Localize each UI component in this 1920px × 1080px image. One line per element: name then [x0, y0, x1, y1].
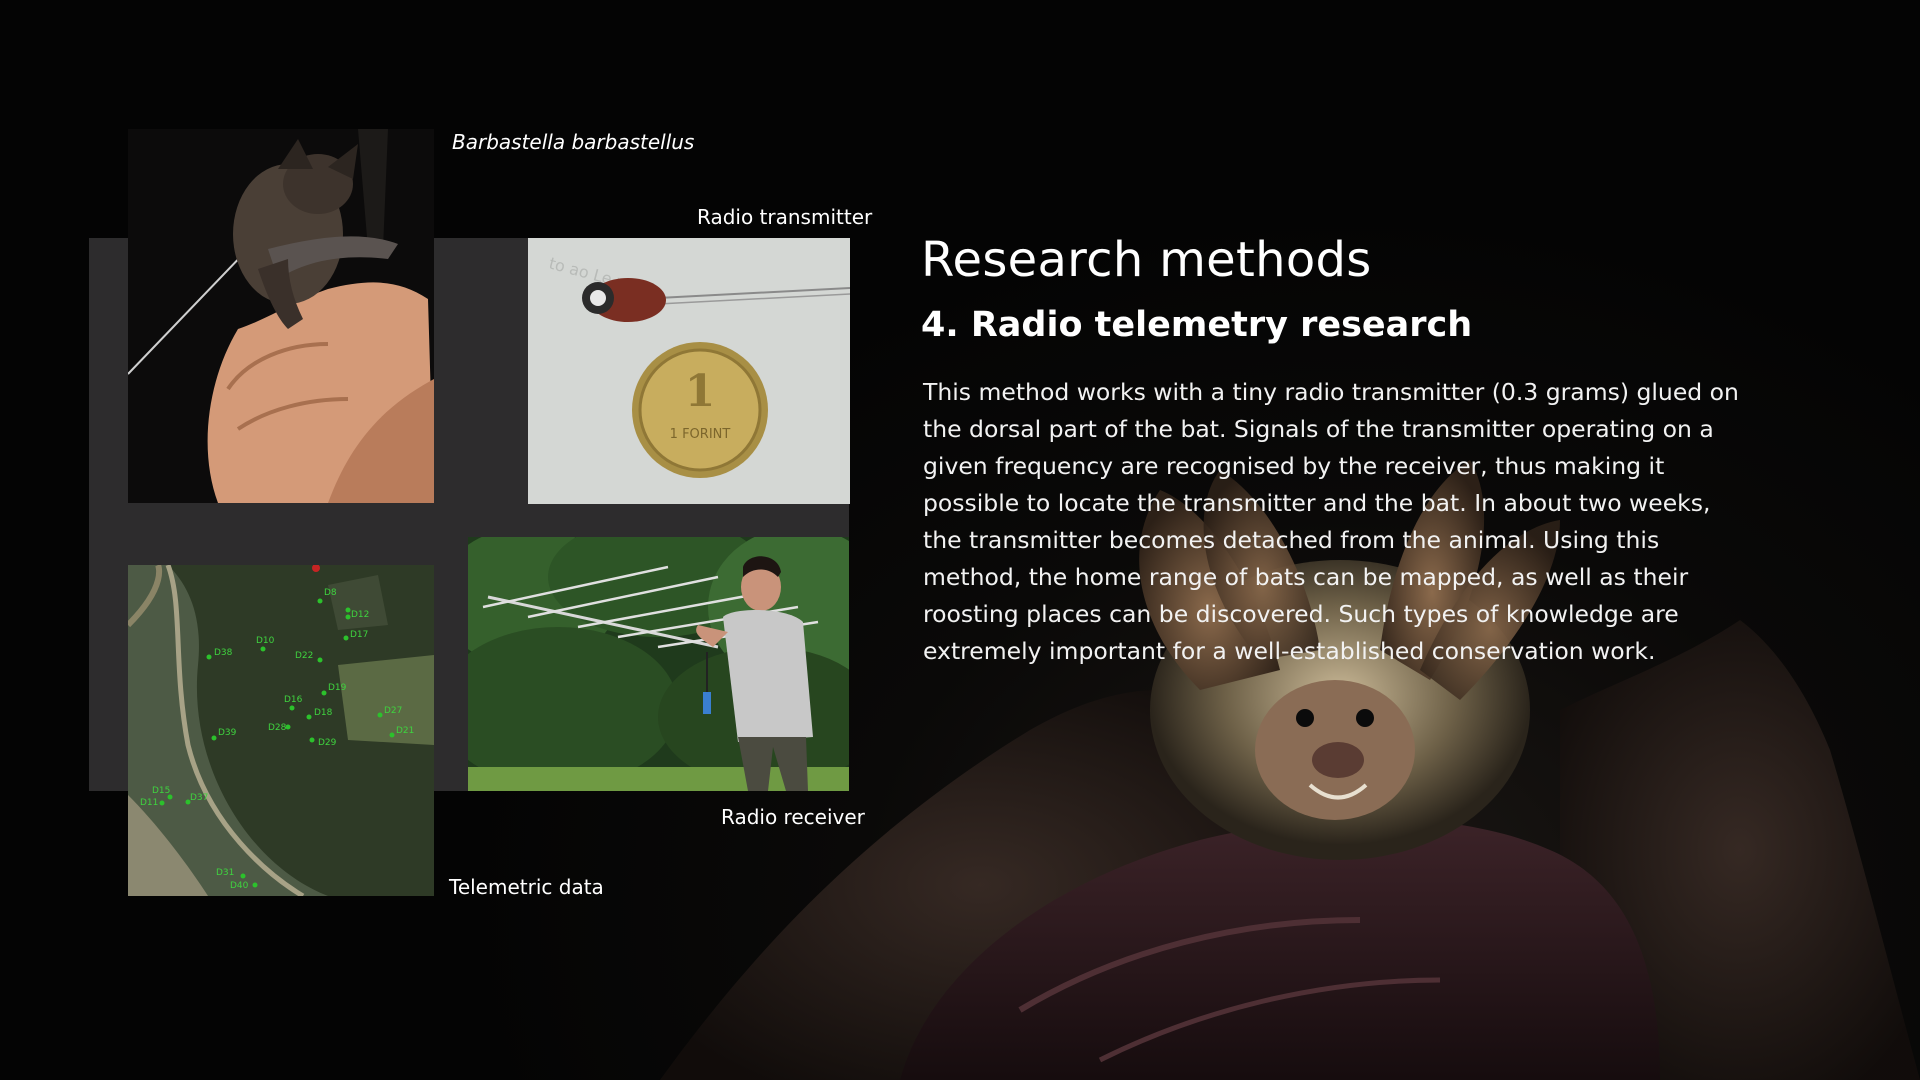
- map-label: D15: [152, 786, 170, 796]
- map-label: D8: [324, 588, 337, 598]
- slide-title: Research methods: [921, 232, 1372, 288]
- map-label: D18: [314, 708, 333, 718]
- map-label: D29: [318, 738, 337, 748]
- map-point: [260, 646, 266, 652]
- svg-text:1: 1: [685, 366, 716, 417]
- radio-receiver-photo: [468, 537, 849, 791]
- caption-bat-species: Barbastella barbastellus: [452, 130, 695, 154]
- map-point: [206, 654, 212, 660]
- map-label: D16: [284, 695, 303, 705]
- radio-transmitter-photo: to ao Le vedé 1 1 FORINT: [528, 238, 850, 504]
- map-point: [317, 657, 323, 663]
- map-label: D22: [295, 651, 313, 661]
- map-label: D37: [190, 793, 208, 803]
- map-point: [317, 598, 323, 604]
- map-point: [211, 735, 217, 741]
- coin-text: 1 FORINT: [670, 427, 731, 442]
- map-label: D17: [350, 630, 368, 640]
- caption-radio-transmitter: Radio transmitter: [697, 205, 873, 229]
- map-label: D10: [256, 636, 275, 646]
- map-label: D19: [328, 683, 347, 693]
- caption-radio-receiver: Radio receiver: [721, 805, 865, 829]
- map-point: [345, 607, 351, 613]
- slide-body-text: This method works with a tiny radio tran…: [923, 378, 1739, 665]
- map-label: D31: [216, 868, 234, 878]
- telemetric-map-photo: D38 D10 D22 D8 D12 D17 D19 D16 D18 D27 D…: [128, 565, 434, 896]
- map-point: [321, 690, 327, 696]
- map-label: D12: [351, 610, 369, 620]
- map-point: [252, 882, 258, 888]
- slide: Barbastella barbastellus Radio transmitt…: [0, 0, 1920, 1080]
- map-label: D39: [218, 728, 237, 738]
- map-point: [345, 614, 351, 620]
- slide-subtitle: 4. Radio telemetry research: [921, 305, 1473, 345]
- map-label: D28: [268, 723, 287, 733]
- map-point: [289, 705, 295, 711]
- map-label: D27: [384, 706, 402, 716]
- map-point: [389, 732, 395, 738]
- map-point: [240, 873, 246, 879]
- map-point: [343, 635, 349, 641]
- caption-telemetric-data: Telemetric data: [449, 875, 604, 899]
- bat-in-hand-photo: [128, 129, 434, 503]
- map-point: [377, 712, 383, 718]
- map-point: [159, 800, 165, 806]
- map-label: D38: [214, 648, 233, 658]
- map-label: D11: [140, 798, 158, 808]
- map-label: D21: [396, 726, 414, 736]
- map-point: [309, 737, 315, 743]
- map-label: D40: [230, 881, 249, 891]
- map-point: [306, 714, 312, 720]
